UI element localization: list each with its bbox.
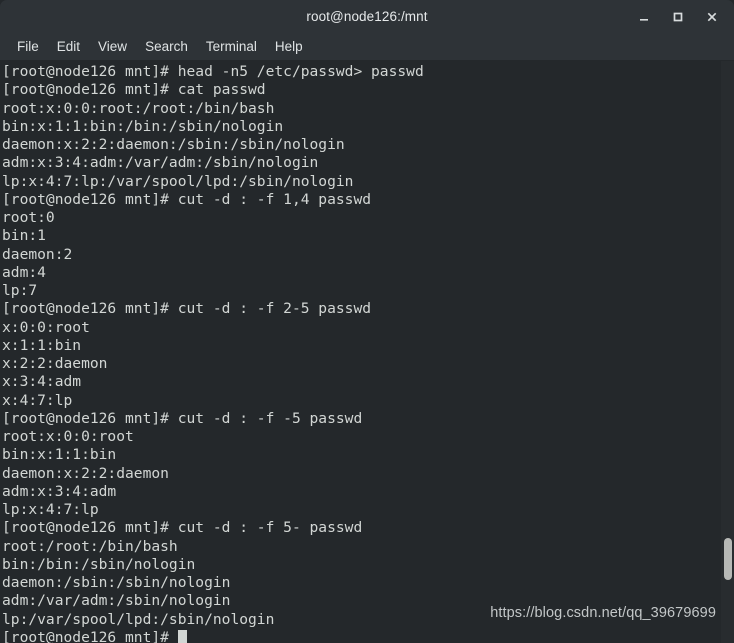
terminal-line: x:4:7:lp [2, 391, 73, 409]
terminal-line: [root@node126 mnt]# cut -d : -f 5- passw… [2, 519, 363, 537]
terminal-scrollbar[interactable] [721, 61, 734, 643]
terminal-line: daemon:2 [2, 245, 73, 263]
title-bar[interactable]: root@node126:/mnt [0, 0, 734, 33]
terminal-line: daemon:x:2:2:daemon:/sbin:/sbin/nologin [2, 136, 345, 153]
terminal-line: [root@node126 mnt]# cat passwd [2, 81, 266, 99]
terminal-content[interactable]: [root@node126 mnt]# head -n5 /etc/passwd… [0, 61, 734, 643]
terminal-line: daemon:/sbin:/sbin/nologin [2, 574, 231, 591]
terminal-line: lp:x:4:7:lp:/var/spool/lpd:/sbin/nologin [2, 172, 354, 190]
menu-item-help[interactable]: Help [266, 37, 312, 56]
terminal-line: daemon:x:2:2:daemon [2, 464, 169, 482]
close-icon [707, 12, 717, 21]
window-title: root@node126:/mnt [306, 9, 428, 24]
terminal-line: bin:x:1:1:bin:/bin:/sbin/nologin [2, 117, 284, 135]
scrollbar-thumb[interactable] [723, 538, 732, 580]
terminal-line: [root@node126 mnt]# head -n5 /etc/passwd… [2, 63, 424, 80]
terminal-line: root:x:0:0:root:/root:/bin/bash [2, 99, 275, 117]
terminal-line: x:2:2:daemon [2, 355, 108, 372]
close-button[interactable] [696, 2, 728, 32]
terminal-line: adm:x:3:4:adm:/var/adm:/sbin/nologin [2, 154, 319, 172]
maximize-button[interactable] [662, 2, 694, 32]
terminal-line: [root@node126 mnt]# cut -d : -f -5 passw… [2, 409, 363, 427]
menu-item-search[interactable]: Search [136, 37, 197, 56]
terminal-line: x:1:1:bin [2, 336, 82, 354]
menu-item-edit[interactable]: Edit [48, 37, 89, 56]
terminal-line: bin:x:1:1:bin [2, 446, 117, 464]
minimize-icon [640, 18, 648, 21]
menu-item-view[interactable]: View [89, 37, 136, 56]
terminal-line: x:3:4:adm [2, 373, 82, 391]
terminal-line: [root@node126 mnt]# cut -d : -f 1,4 pass… [2, 190, 372, 208]
maximize-icon [673, 12, 683, 21]
terminal-line: lp:/var/spool/lpd:/sbin/nologin [2, 610, 275, 628]
terminal-line: bin:/bin:/sbin/nologin [2, 555, 196, 573]
menu-item-terminal[interactable]: Terminal [197, 37, 266, 56]
terminal-line: x:0:0:root [2, 318, 90, 336]
terminal-line: root:x:0:0:root [2, 428, 134, 445]
terminal-cursor [177, 629, 187, 643]
terminal-line: adm:x:3:4:adm [2, 482, 117, 500]
window-controls [628, 0, 728, 33]
terminal-line: adm:4 [2, 263, 46, 281]
menu-item-file[interactable]: File [8, 37, 48, 56]
terminal-line: adm:/var/adm:/sbin/nologin [2, 592, 231, 610]
terminal-line: lp:7 [2, 282, 38, 299]
terminal-line: lp:x:4:7:lp [2, 501, 99, 518]
terminal-prompt-line[interactable]: [root@node126 mnt]# [2, 629, 722, 643]
terminal-screen[interactable]: [root@node126 mnt]# head -n5 /etc/passwd… [0, 63, 722, 643]
terminal-prompt-text: [root@node126 mnt]# [2, 628, 178, 643]
terminal-line: root:/root:/bin/bash [2, 537, 178, 555]
terminal-line: root:0 [2, 209, 55, 226]
terminal-window: root@node126:/mnt File Edit View Search … [0, 0, 734, 643]
terminal-line: bin:1 [2, 227, 46, 245]
menu-bar: File Edit View Search Terminal Help [0, 33, 734, 61]
terminal-line: [root@node126 mnt]# cut -d : -f 2-5 pass… [2, 300, 372, 318]
minimize-button[interactable] [628, 2, 660, 32]
